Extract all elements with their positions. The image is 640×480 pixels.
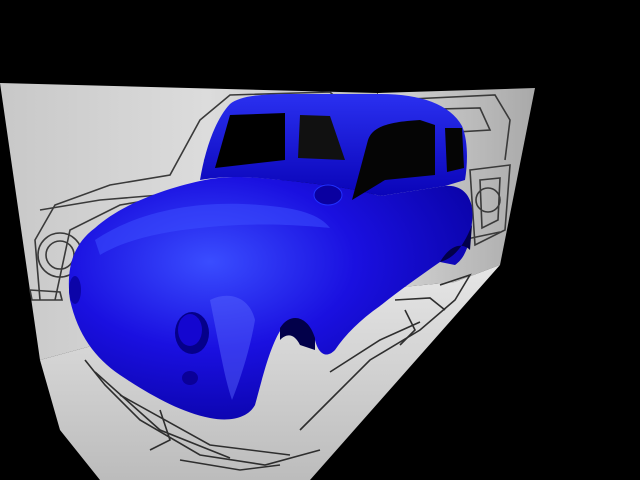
render-viewport[interactable]	[0, 0, 640, 480]
turn-signal	[182, 371, 198, 385]
side-window-back	[445, 128, 464, 172]
headlight	[175, 312, 209, 354]
render-scene	[0, 83, 535, 480]
